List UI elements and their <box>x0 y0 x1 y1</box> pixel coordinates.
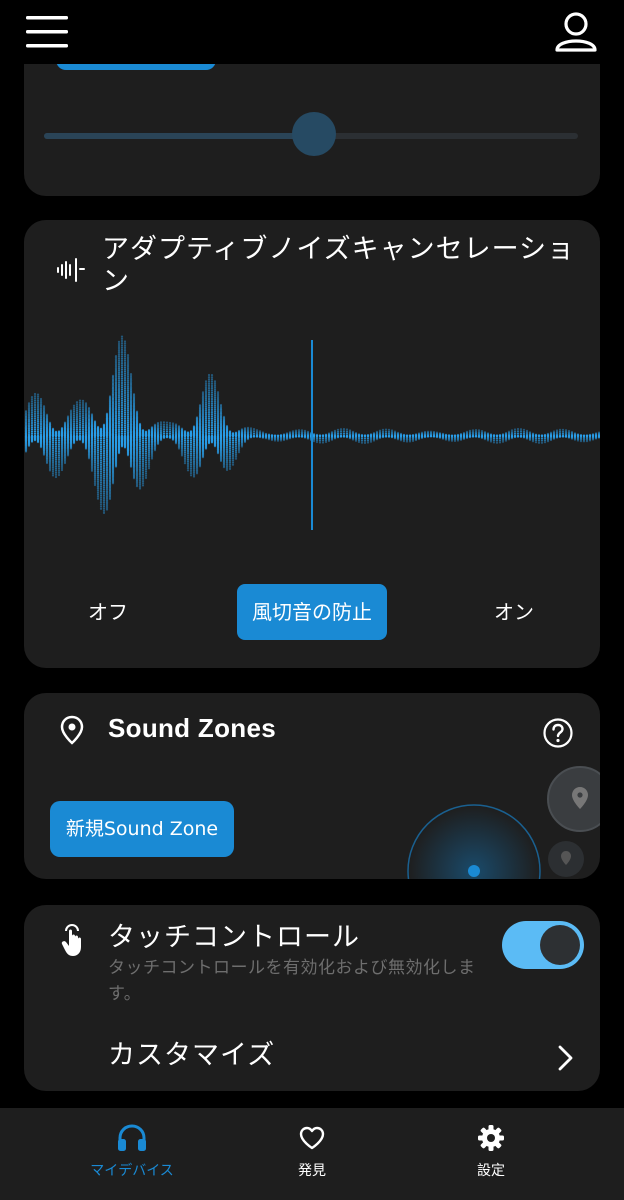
chevron-right-icon[interactable] <box>554 1043 576 1073</box>
sound-zones-card: Sound Zones 新規Sound Zone <box>24 693 600 879</box>
tab-my-device[interactable]: マイデバイス <box>52 1124 212 1188</box>
sound-wave-icon <box>57 258 85 282</box>
location-pin-icon <box>60 715 84 745</box>
toggle-knob <box>540 925 580 965</box>
bottom-tab-bar: マイデバイス 発見 設定 <box>0 1108 624 1200</box>
sound-zone-map-graphic[interactable] <box>404 743 600 879</box>
touch-control-card: タッチコントロール タッチコントロールを有効化および無効化します。 カスタマイズ <box>24 905 600 1091</box>
tab-discover[interactable]: 発見 <box>232 1124 392 1188</box>
new-sound-zone-button[interactable]: 新規Sound Zone <box>50 801 234 857</box>
anc-mode-wind-noise[interactable]: 風切音の防止 <box>237 584 387 640</box>
headphones-icon <box>118 1124 146 1151</box>
gear-icon <box>478 1125 504 1151</box>
anc-mode-off[interactable]: オフ <box>68 584 148 640</box>
hamburger-menu-icon[interactable] <box>26 14 70 50</box>
top-bar <box>0 0 624 64</box>
touch-gesture-icon <box>61 924 81 956</box>
tab-discover-label: 発見 <box>298 1163 326 1179</box>
anc-mode-on[interactable]: オン <box>474 584 554 640</box>
touch-control-title: タッチコントロール <box>108 922 360 953</box>
customize-link[interactable]: カスタマイズ <box>108 1033 275 1072</box>
heart-icon <box>299 1126 325 1150</box>
slider-fill <box>44 133 314 139</box>
touch-control-toggle[interactable] <box>502 921 584 969</box>
touch-control-description: タッチコントロールを有効化および無効化します。 <box>108 958 476 1004</box>
tab-settings[interactable]: 設定 <box>411 1124 571 1188</box>
sound-zones-title: Sound Zones <box>108 713 276 743</box>
user-profile-icon[interactable] <box>552 10 600 54</box>
noise-wave-visualization <box>24 335 600 530</box>
anc-card: アダプティブノイズキャンセレーション オフ 風切音の防止 オン <box>24 220 600 668</box>
anc-title: アダプティブノイズキャンセレーション <box>102 234 576 297</box>
slider-thumb[interactable] <box>292 112 336 156</box>
tab-my-device-label: マイデバイス <box>90 1163 174 1179</box>
tab-settings-label: 設定 <box>477 1163 505 1179</box>
